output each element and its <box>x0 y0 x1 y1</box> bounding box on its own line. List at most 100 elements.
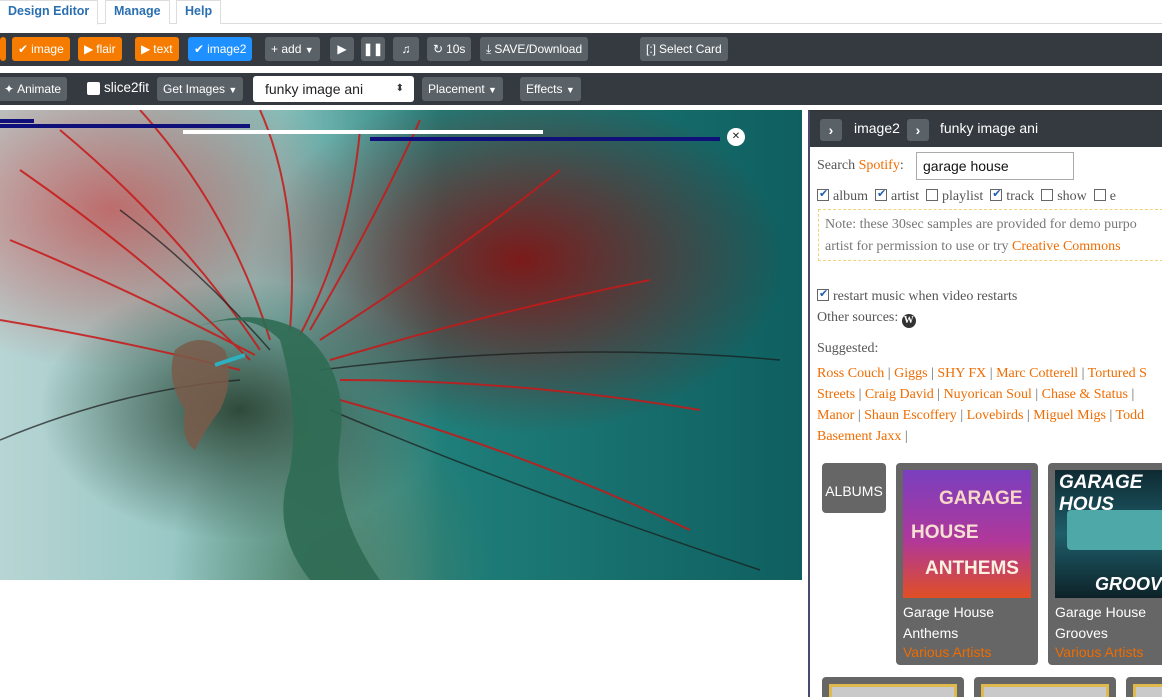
woman-hair-image <box>0 110 781 580</box>
suggested-link[interactable]: Streets <box>817 387 855 402</box>
tab-design-editor[interactable]: Design Editor <box>0 0 99 25</box>
suggested-link[interactable]: Tortured S <box>1088 366 1147 381</box>
filter-show[interactable]: show <box>1041 189 1087 204</box>
placement-button[interactable]: Placement ▼ <box>422 77 503 101</box>
suggested-link[interactable]: Chase & Status <box>1042 387 1128 402</box>
suggested-link[interactable]: Basement Jaxx <box>817 429 901 444</box>
breadcrumb-preset[interactable]: funky image ani <box>940 120 1038 136</box>
spotify-link[interactable]: Spotify <box>859 158 900 173</box>
album-card[interactable] <box>1126 677 1162 697</box>
play-button[interactable]: ▶ <box>330 37 354 61</box>
filter-track[interactable]: track <box>990 187 1034 204</box>
filter-episode[interactable]: e <box>1093 189 1116 204</box>
secondary-toolbar: ✦ Animate slice2fit Get Images ▼ funky im… <box>0 73 1162 105</box>
suggested-link[interactable]: Giggs <box>894 366 927 381</box>
creative-commons-link[interactable]: Creative Commons <box>1012 239 1121 254</box>
save-download-button[interactable]: ⤓ SAVE/Download <box>480 37 589 61</box>
preset-select[interactable]: funky image ani ⬍ <box>253 76 414 102</box>
flair-button[interactable]: ▶ flair <box>78 37 122 61</box>
select-arrows-icon: ⬍ <box>395 83 404 94</box>
caret-down-icon: ▼ <box>565 85 575 95</box>
play-icon: ▶ <box>141 42 151 56</box>
get-images-button[interactable]: Get Images ▼ <box>157 77 244 101</box>
filter-playlist[interactable]: playlist <box>926 189 983 204</box>
play-icon: ▶ <box>84 42 94 56</box>
select-card-icon: [:] <box>646 42 657 56</box>
suggested-link[interactable]: SHY FX <box>937 366 986 381</box>
search-input[interactable]: garage house <box>916 152 1074 180</box>
tab-help[interactable]: Help <box>176 0 222 24</box>
design-canvas[interactable]: ✕ <box>0 110 802 580</box>
timeline-progress[interactable] <box>183 130 543 134</box>
slice2fit-label: slice2fit <box>104 80 150 95</box>
album-title: Garage House Grooves <box>1055 604 1147 641</box>
album-card[interactable] <box>822 677 964 697</box>
panel-header: › image2 › funky image ani <box>810 111 1162 147</box>
filter-artist[interactable]: artist <box>875 187 919 204</box>
suggested-link[interactable]: Lovebirds <box>967 408 1024 423</box>
timeline-track-1[interactable] <box>0 119 34 123</box>
chevron-right-icon[interactable]: › <box>820 119 842 141</box>
suggested-label: Suggested: <box>817 341 879 356</box>
album-card[interactable] <box>974 677 1116 697</box>
album-cover <box>981 684 1109 697</box>
timer-button[interactable]: ↻ 10s <box>427 37 472 61</box>
demo-note: Note: these 30sec samples are provided f… <box>818 209 1162 261</box>
add-button[interactable]: + add ▼ <box>265 37 320 61</box>
tab-manage[interactable]: Manage <box>105 0 170 24</box>
tape-deck-graphic <box>1067 510 1162 550</box>
album-cover: GARAGE HOUS GROOVES <box>1055 470 1162 598</box>
checkbox-icon <box>817 287 829 301</box>
checkbox-icon <box>875 187 887 201</box>
album-title: Garage House Anthems <box>903 604 995 641</box>
slice2fit-checkbox[interactable] <box>87 82 100 95</box>
pause-icon: ❚❚ <box>362 42 384 56</box>
albums-tag: ALBUMS <box>822 463 886 513</box>
checkbox-icon <box>1041 189 1054 201</box>
checkbox-icon <box>926 189 938 201</box>
suggested-line: Manor | Shaun Escoffery | Lovebirds | Mi… <box>817 408 1145 423</box>
restart-music-option[interactable]: restart music when video restarts <box>817 287 1017 305</box>
image2-button[interactable]: ✔ image2 <box>188 37 253 61</box>
suggested-link[interactable]: Marc Cotterell <box>996 366 1078 381</box>
suggested-link[interactable]: Craig David <box>865 387 934 402</box>
album-cover <box>829 684 957 697</box>
breadcrumb-image2[interactable]: image2 <box>854 120 900 136</box>
partial-button[interactable] <box>0 37 6 61</box>
checkbox-icon <box>1093 189 1106 201</box>
suggested-link[interactable]: Ross Couch <box>817 366 884 381</box>
suggested-line: Streets | Craig David | Nuyorican Soul |… <box>817 387 1135 402</box>
mute-icon[interactable]: ✕ <box>727 128 745 146</box>
suggested-link[interactable]: Miguel Migs <box>1033 408 1106 423</box>
other-sources: Other sources: W <box>817 310 916 328</box>
album-card[interactable]: GARAGE HOUS GROOVES Garage House Grooves… <box>1048 463 1162 665</box>
wordpress-icon[interactable]: W <box>901 314 916 328</box>
timer-icon: ↻ <box>433 42 444 56</box>
image-button[interactable]: ✔ image <box>12 37 70 61</box>
music-button[interactable]: ♫ <box>393 37 419 61</box>
pause-button[interactable]: ❚❚ <box>361 37 385 61</box>
checkbox-icon <box>990 187 1003 201</box>
suggested-link[interactable]: Todd <box>1116 408 1145 423</box>
album-artist[interactable]: Various Artists <box>903 644 991 660</box>
timeline-track-2[interactable] <box>0 124 250 128</box>
animate-button[interactable]: ✦ Animate <box>0 77 68 101</box>
suggested-link[interactable]: Manor <box>817 408 854 423</box>
suggested-line: Ross Couch | Giggs | SHY FX | Marc Cotte… <box>817 366 1147 381</box>
suggested-link[interactable]: Shaun Escoffery <box>864 408 957 423</box>
timeline-track-3[interactable] <box>370 137 720 141</box>
suggested-line: Basement Jaxx | <box>817 429 908 444</box>
suggested-link[interactable]: Nuyorican Soul <box>944 387 1032 402</box>
caret-down-icon: ▼ <box>228 85 238 95</box>
play-icon: ▶ <box>337 42 347 56</box>
select-card-button[interactable]: [:] Select Card <box>640 37 728 61</box>
album-card[interactable]: GARAGE HOUSE ANTHEMS Garage House Anthem… <box>896 463 1038 665</box>
tab-bar: Design Editor Manage Help <box>0 0 1162 25</box>
chevron-right-icon[interactable]: › <box>907 119 929 141</box>
album-artist[interactable]: Various Artists <box>1055 644 1143 660</box>
effects-button[interactable]: Effects ▼ <box>520 77 581 101</box>
filter-album[interactable]: album <box>817 187 868 204</box>
animate-icon: ✦ <box>4 82 15 96</box>
text-button[interactable]: ▶ text <box>135 37 179 61</box>
album-cover: GARAGE HOUSE ANTHEMS <box>903 470 1031 598</box>
